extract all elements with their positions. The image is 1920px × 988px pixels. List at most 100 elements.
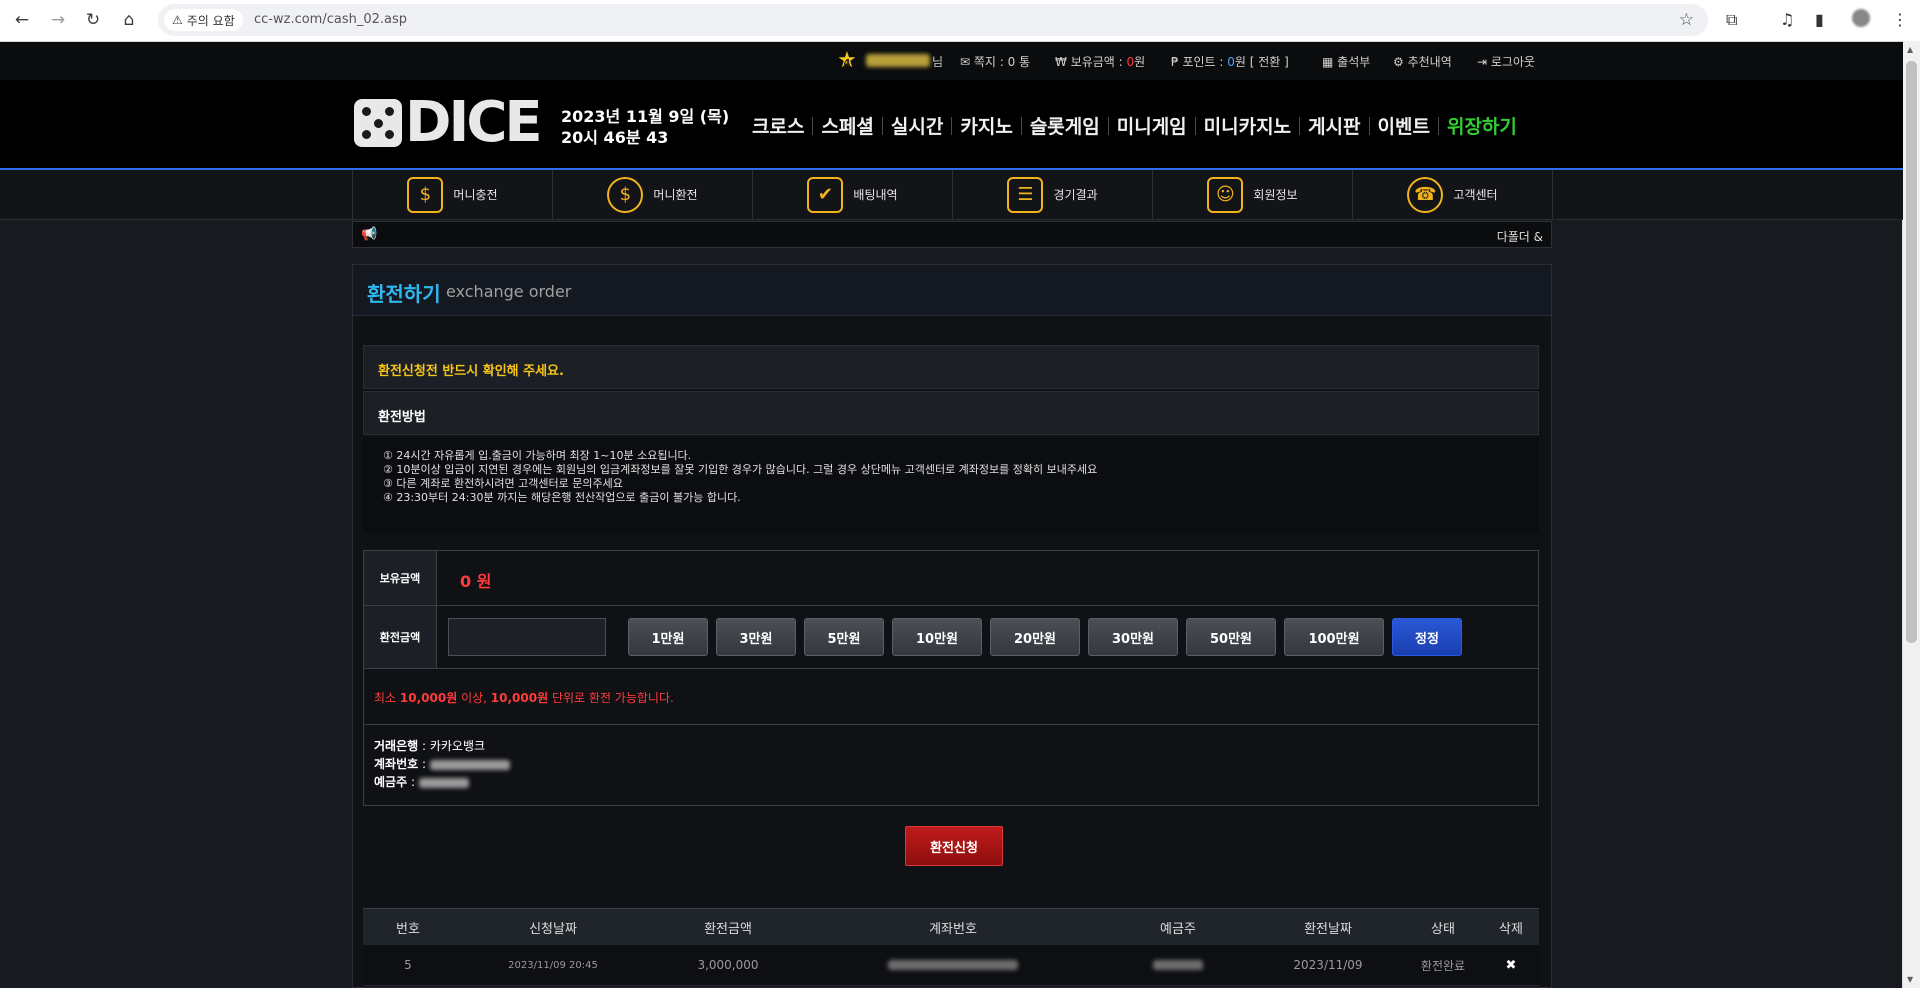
url-text[interactable]: cc-wz.com/cash_02.asp: [254, 12, 407, 27]
row-holder: [1103, 945, 1253, 985]
nav-disguise[interactable]: 위장하기: [1447, 112, 1517, 139]
scroll-up-icon[interactable]: ▲: [1907, 45, 1913, 54]
col-account: 계좌번호: [929, 921, 977, 937]
reset-button[interactable]: 정정: [1392, 618, 1462, 656]
table-row: 5 2023/11/09 20:45 3,000,000 2023/11/09 …: [363, 945, 1539, 986]
close-icon: ✖: [1505, 957, 1517, 973]
submenu-member-info[interactable]: ☺ 회원정보: [1153, 170, 1353, 219]
money-deposit-icon: $: [407, 176, 444, 213]
submenu-support[interactable]: ☎ 고객센터: [1353, 170, 1553, 219]
submenu-deposit[interactable]: $ 머니충전: [353, 170, 553, 219]
col-delete: 삭제: [1499, 921, 1523, 937]
nav-event[interactable]: 이벤트: [1378, 112, 1430, 139]
submenu-label: 경기결과: [1053, 188, 1098, 202]
points-info[interactable]: ₱ 포인트 : 0원 [ 전환 ]: [1171, 53, 1289, 70]
scroll-down-icon[interactable]: ▼: [1907, 975, 1913, 984]
bookmark-star-icon[interactable]: ☆: [1679, 10, 1694, 30]
site-logo[interactable]: DICE: [405, 94, 543, 152]
menu-icon[interactable]: ⋮: [1892, 10, 1908, 29]
submenu-withdraw[interactable]: $ 머니환전: [553, 170, 753, 219]
media-icon[interactable]: ♫: [1780, 10, 1794, 29]
side-panel-icon[interactable]: ▮: [1815, 10, 1824, 29]
exchange-panel: 환전하기 exchange order 환전신청전 반드시 확인해 주세요. 환…: [352, 264, 1552, 988]
security-warning[interactable]: ⚠ 주의 요함: [164, 9, 243, 31]
amount-button-10k[interactable]: 1만원: [628, 618, 708, 656]
calendar-icon: ▦: [1322, 55, 1338, 69]
level-number: 4: [843, 58, 851, 69]
submenu: $ 머니충전 $ 머니환전 ✔ 배팅내역 ☰ 경기결과 ☺ 회원정보 ☎ 고객센…: [352, 170, 1553, 219]
delete-row-button[interactable]: ✖: [1483, 945, 1539, 985]
ticker-text: 다폴더 &: [1496, 230, 1543, 244]
reload-icon[interactable]: ↻: [80, 8, 106, 32]
nav-minigame[interactable]: 미니게임: [1117, 112, 1187, 139]
col-no: 번호: [396, 921, 420, 937]
home-icon[interactable]: ⌂: [116, 8, 142, 32]
row-done-date: 2023/11/09: [1293, 958, 1363, 972]
method-title: 환전방법: [378, 410, 426, 425]
site-topbar: ★ 4 님 ✉ 쪽지 : 0 통 ₩ 보유금액 : 0원 ₱ 포인트 : 0원 […: [0, 42, 1903, 80]
amount-button-200k[interactable]: 20만원: [990, 618, 1080, 656]
won-icon: ₩: [1055, 55, 1071, 69]
gear-icon: ⚙: [1393, 55, 1408, 69]
nav-minicasino[interactable]: 미니카지노: [1204, 112, 1291, 139]
messages-link[interactable]: ✉ 쪽지 : 0 통: [960, 53, 1030, 70]
logout-icon: ⇥: [1477, 55, 1491, 69]
security-warning-label: 주의 요함: [186, 13, 235, 28]
bank-label: 거래은행: [374, 739, 419, 753]
header-time: 20시 46분 43: [561, 128, 669, 147]
page-subtitle: exchange order: [446, 282, 572, 301]
forward-icon[interactable]: →: [45, 8, 71, 32]
amount-input[interactable]: [448, 618, 606, 656]
news-ticker: 📢 다폴더 &: [352, 221, 1552, 248]
back-icon[interactable]: ←: [9, 8, 35, 32]
nav-casino[interactable]: 카지노: [960, 112, 1012, 139]
attendance-link[interactable]: ▦ 출석부: [1322, 53, 1370, 70]
holder-redacted: [418, 777, 469, 788]
nav-board[interactable]: 게시판: [1308, 112, 1360, 139]
amount-button-300k[interactable]: 30만원: [1088, 618, 1178, 656]
nav-slot[interactable]: 슬롯게임: [1030, 112, 1100, 139]
col-amount: 환전금액: [704, 921, 752, 937]
dice-logo-icon[interactable]: [354, 99, 402, 147]
mail-icon: ✉: [960, 55, 974, 69]
extensions-icon[interactable]: ⧉: [1726, 10, 1737, 30]
submenu-results[interactable]: ☰ 경기결과: [953, 170, 1153, 219]
nav-cross[interactable]: 크로스: [752, 112, 804, 139]
checklist-icon: ✔: [807, 176, 844, 213]
warning-icon: ⚠: [172, 13, 183, 27]
panel-header: 환전하기 exchange order: [353, 265, 1551, 316]
rule-item: ③ 다른 계좌로 환전하시려면 고객센터로 문의주세요: [383, 477, 623, 490]
point-icon: ₱: [1171, 55, 1183, 69]
bank-info-row: 거래은행 : 카카오뱅크 계좌번호 : 예금주 :: [364, 725, 1538, 805]
row-request-date: 2023/11/09 20:45: [508, 959, 598, 971]
holder-label: 예금주: [374, 775, 408, 789]
exchange-submit-button[interactable]: 환전신청: [905, 826, 1003, 866]
logout-link[interactable]: ⇥ 로그아웃: [1477, 53, 1535, 70]
exchange-form: 보유금액 0 원 환전금액 1만원 3만원 5만원 10만원 20만원 30만원…: [363, 550, 1539, 806]
col-holder: 예금주: [1160, 921, 1196, 937]
amount-button-100k[interactable]: 10만원: [892, 618, 982, 656]
amount-button-1m[interactable]: 100만원: [1284, 618, 1384, 656]
amount-button-500k[interactable]: 50만원: [1186, 618, 1276, 656]
account-label: 계좌번호: [374, 757, 419, 771]
row-status: 환전완료: [1420, 958, 1466, 973]
col-done-date: 환전날짜: [1304, 921, 1352, 937]
referral-link[interactable]: ⚙ 추천내역: [1393, 53, 1452, 70]
scrollbar-thumb[interactable]: [1906, 61, 1917, 643]
nav-live[interactable]: 실시간: [891, 112, 943, 139]
user-suffix: 님: [932, 55, 944, 69]
row-no: 5: [404, 958, 412, 972]
rule-item: ① 24시간 자유롭게 입.출금이 가능하며 최장 1~10분 소요됩니다.: [383, 449, 692, 462]
bank-info: 거래은행 : 카카오뱅크 계좌번호 : 예금주 :: [374, 737, 510, 791]
col-request-date: 신청날짜: [529, 921, 577, 937]
nav-special[interactable]: 스페셜: [821, 112, 873, 139]
page-scrollbar[interactable]: ▲ ▼: [1902, 41, 1920, 988]
amount-button-30k[interactable]: 3만원: [716, 618, 796, 656]
method-header: 환전방법: [363, 391, 1539, 435]
balance-label: 보유금액: [364, 551, 437, 605]
profile-avatar[interactable]: [1852, 9, 1870, 27]
amount-button-50k[interactable]: 5만원: [804, 618, 884, 656]
notice-text: 환전신청전 반드시 확인해 주세요.: [378, 364, 564, 379]
address-bar[interactable]: ⚠ 주의 요함 cc-wz.com/cash_02.asp ☆: [158, 4, 1708, 36]
submenu-bet-history[interactable]: ✔ 배팅내역: [753, 170, 953, 219]
